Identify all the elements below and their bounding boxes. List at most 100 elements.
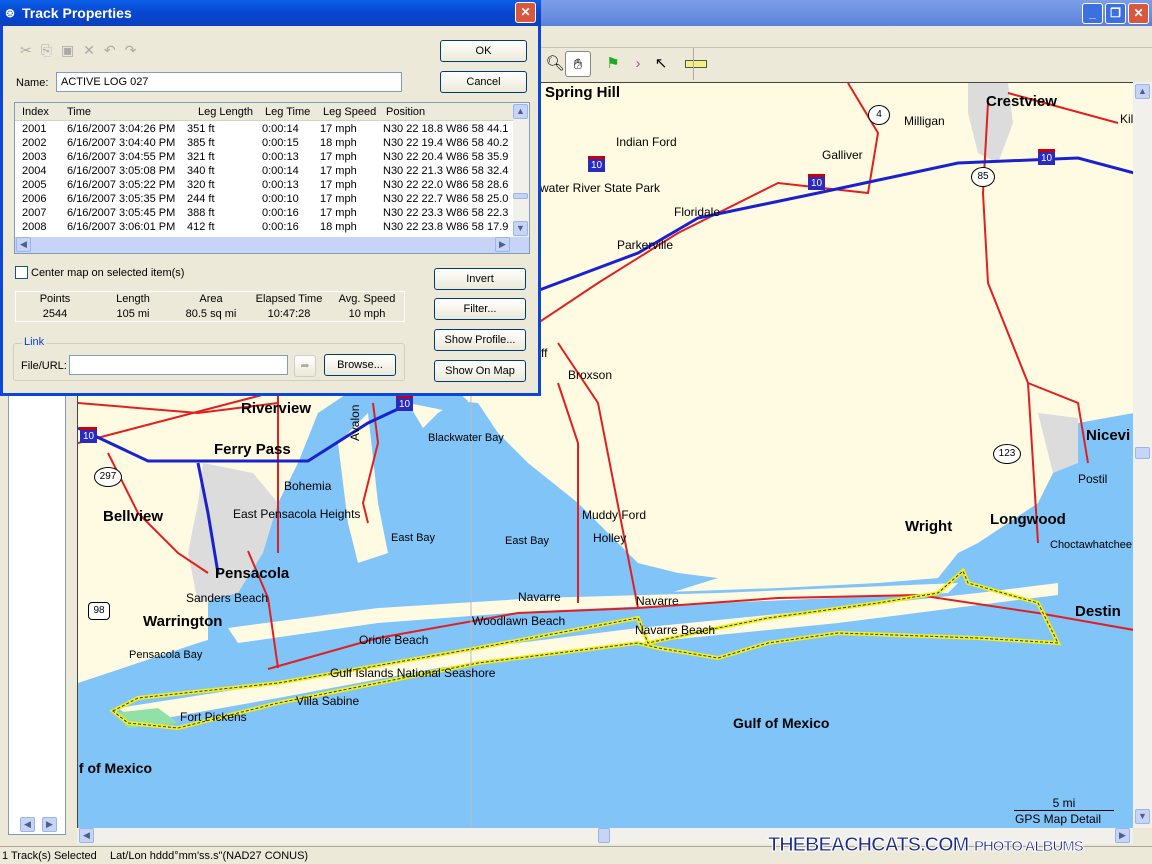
table-row[interactable]: 2002 6/16/2007 3:04:40 PM 385 ft 0:00:15 18 … bbox=[15, 137, 513, 151]
table-vertical-scrollbar[interactable]: ▲ ▼ bbox=[513, 103, 529, 237]
cell-time: 6/16/2007 3:04:55 PM bbox=[67, 151, 176, 163]
stat-header: Area bbox=[199, 293, 223, 305]
map-label-gulf-islands: Gulf Islands National Seashore bbox=[330, 666, 496, 680]
scroll-left-button[interactable]: ◀ bbox=[20, 817, 35, 832]
scroll-left-button[interactable]: ◀ bbox=[16, 237, 31, 252]
map-label-kil: Kil bbox=[1120, 112, 1133, 126]
track-points-table[interactable]: Index Time Leg Length Leg Time Leg Speed… bbox=[14, 102, 530, 254]
col-leg-length[interactable]: Leg Length bbox=[198, 106, 253, 118]
scroll-right-button[interactable]: ▶ bbox=[1115, 828, 1130, 843]
map-label-destin: Destin bbox=[1075, 603, 1121, 620]
table-row[interactable]: 2001 6/16/2007 3:04:26 PM 351 ft 0:00:14 17 … bbox=[15, 123, 513, 137]
restore-button[interactable]: ❐ bbox=[1105, 3, 1126, 24]
filter-button[interactable]: Filter... bbox=[434, 298, 526, 320]
cell-position: N30 22 21.3 W86 58 32.4 bbox=[383, 165, 509, 177]
table-row[interactable]: 2006 6/16/2007 3:05:35 PM 244 ft 0:00:10 17 … bbox=[15, 193, 513, 207]
cell-position: N30 22 19.4 W86 58 40.2 bbox=[383, 137, 509, 149]
invert-button[interactable]: Invert bbox=[434, 268, 526, 290]
map-label-warrington: Warrington bbox=[143, 613, 223, 630]
map-vertical-scrollbar[interactable]: ▲ ▼ bbox=[1133, 82, 1152, 828]
state-route-297-shield: 297 bbox=[94, 467, 122, 487]
cancel-button[interactable]: Cancel bbox=[440, 71, 527, 93]
col-position[interactable]: Position bbox=[386, 106, 425, 118]
cell-index: 2003 bbox=[22, 151, 47, 163]
table-row[interactable]: 2008 6/16/2007 3:06:01 PM 412 ft 0:00:16 18 … bbox=[15, 221, 513, 235]
name-label: Name: bbox=[16, 77, 49, 89]
table-row[interactable]: 2003 6/16/2007 3:04:55 PM 321 ft 0:00:13 17 … bbox=[15, 151, 513, 165]
delete-icon[interactable]: ✕ bbox=[83, 42, 104, 58]
cell-position: N30 22 23.8 W86 58 17.9 bbox=[383, 221, 509, 233]
scroll-down-button[interactable]: ▼ bbox=[1135, 809, 1150, 824]
urban-destin bbox=[1038, 413, 1078, 473]
cell-position: N30 22 23.3 W86 58 22.3 bbox=[383, 207, 509, 219]
col-leg-speed[interactable]: Leg Speed bbox=[323, 106, 376, 118]
dialog-title: Track Properties bbox=[22, 5, 132, 21]
cell-leg-time: 0:00:13 bbox=[262, 151, 299, 163]
scroll-thumb[interactable] bbox=[1135, 447, 1150, 459]
browse-button[interactable]: Browse... bbox=[324, 354, 396, 376]
close-button[interactable]: ✕ bbox=[1128, 3, 1149, 24]
cell-leg-time: 0:00:16 bbox=[262, 207, 299, 219]
map-label-parkerville: Parkerville bbox=[617, 238, 674, 252]
name-input[interactable]: ACTIVE LOG 027 bbox=[56, 72, 402, 92]
ok-button[interactable]: OK bbox=[440, 40, 527, 62]
cell-index: 2008 bbox=[22, 221, 47, 233]
table-row[interactable]: 2007 6/16/2007 3:05:45 PM 388 ft 0:00:16 17 … bbox=[15, 207, 513, 221]
table-horizontal-scrollbar[interactable]: ◀ ▶ bbox=[15, 237, 529, 253]
col-leg-time[interactable]: Leg Time bbox=[265, 106, 310, 118]
dialog-close-button[interactable]: ✕ bbox=[515, 2, 536, 23]
select-arrow-icon[interactable]: ↖ bbox=[648, 51, 674, 77]
map-label-navarre-beach: Navarre Beach bbox=[635, 623, 716, 637]
paste-icon[interactable]: ▣ bbox=[61, 42, 83, 58]
map-label-east-pensacola-heights: East Pensacola Heights bbox=[233, 507, 361, 521]
file-url-input[interactable] bbox=[69, 355, 288, 375]
cell-leg-length: 385 ft bbox=[187, 137, 215, 149]
cell-index: 2002 bbox=[22, 137, 47, 149]
cell-index: 2001 bbox=[22, 123, 47, 135]
interstate-10-shield: 10 bbox=[396, 395, 414, 411]
stat-avg-speed: 10 mph bbox=[348, 308, 386, 320]
waypoint-flag-icon[interactable]: ⚑ bbox=[600, 51, 626, 77]
scroll-thumb[interactable] bbox=[598, 828, 610, 843]
map-label-holley: Holley bbox=[593, 531, 627, 545]
left-pane: ◀ ▶ bbox=[0, 395, 77, 845]
scroll-down-button[interactable]: ▼ bbox=[513, 221, 528, 236]
table-row[interactable]: 2005 6/16/2007 3:05:22 PM 320 ft 0:00:13 17 … bbox=[15, 179, 513, 193]
map-label-sanders-beach: Sanders Beach bbox=[186, 591, 269, 605]
cell-position: N30 22 18.8 W86 58 44.1 bbox=[383, 123, 509, 135]
cell-leg-speed: 17 mph bbox=[320, 193, 357, 205]
cut-icon[interactable]: ✂ bbox=[20, 42, 41, 58]
minimize-button[interactable]: _ bbox=[1082, 3, 1103, 24]
table-row[interactable]: 2004 6/16/2007 3:05:08 PM 340 ft 0:00:14 17 … bbox=[15, 165, 513, 179]
col-index[interactable]: Index bbox=[22, 106, 49, 118]
hand-icon[interactable]: ✋︎ bbox=[565, 51, 591, 77]
redo-icon[interactable]: ↷ bbox=[125, 42, 146, 58]
show-on-map-button[interactable]: Show On Map bbox=[434, 360, 526, 382]
cell-leg-speed: 18 mph bbox=[320, 137, 357, 149]
map-label-ff: ff bbox=[541, 346, 548, 360]
scroll-right-button[interactable]: ▶ bbox=[495, 237, 510, 252]
scroll-left-button[interactable]: ◀ bbox=[79, 828, 94, 843]
map-label-ferry-pass: Ferry Pass bbox=[214, 441, 291, 458]
scroll-thumb[interactable] bbox=[513, 193, 528, 199]
cell-leg-time: 0:00:13 bbox=[262, 179, 299, 191]
show-profile-button[interactable]: Show Profile... bbox=[434, 329, 526, 351]
cell-index: 2007 bbox=[22, 207, 47, 219]
open-link-icon[interactable]: ➦ bbox=[294, 355, 316, 377]
copy-icon[interactable]: ⎘ bbox=[41, 42, 61, 58]
scroll-right-button[interactable]: ▶ bbox=[42, 817, 57, 832]
link-group: Link File/URL: ➦ Browse... bbox=[13, 336, 405, 381]
center-map-checkbox[interactable] bbox=[15, 266, 28, 279]
item-list[interactable] bbox=[8, 395, 66, 835]
table-header: Index Time Leg Length Leg Time Leg Speed… bbox=[15, 103, 513, 121]
col-time[interactable]: Time bbox=[67, 106, 91, 118]
undo-icon[interactable]: ↶ bbox=[104, 42, 125, 58]
map-label-milligan: Milligan bbox=[904, 114, 945, 128]
stat-elapsed-time: 10:47:28 bbox=[267, 308, 311, 320]
map-label-navarre: Navarre bbox=[636, 594, 679, 608]
scroll-up-button[interactable]: ▲ bbox=[513, 104, 528, 119]
cell-time: 6/16/2007 3:05:08 PM bbox=[67, 165, 176, 177]
measure-ruler-icon[interactable] bbox=[685, 51, 707, 77]
map-toolbar: 🔍︎ ✋︎ ⚑ › ↖ bbox=[540, 48, 1152, 80]
scroll-up-button[interactable]: ▲ bbox=[1135, 84, 1150, 99]
